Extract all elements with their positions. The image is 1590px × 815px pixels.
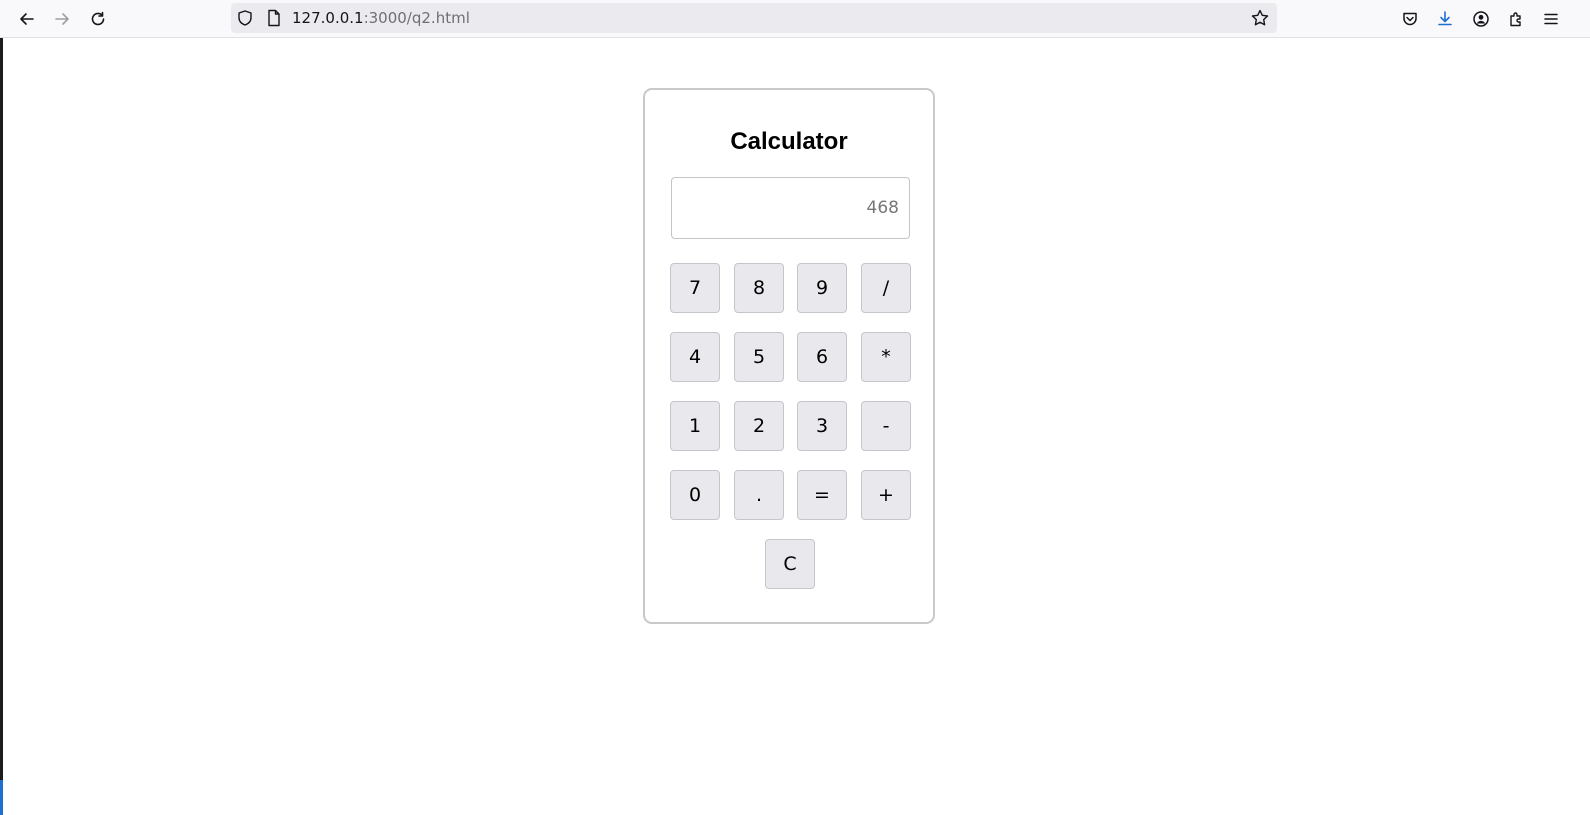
key-clear[interactable]: C (765, 539, 815, 589)
page-title: Calculator (730, 128, 848, 155)
url-path: :3000/q2.html (363, 9, 470, 27)
key-1[interactable]: 1 (670, 401, 720, 451)
account-icon[interactable] (1467, 5, 1495, 33)
menu-icon[interactable] (1537, 5, 1565, 33)
key-7[interactable]: 7 (670, 263, 720, 313)
key-9[interactable]: 9 (797, 263, 847, 313)
calculator-display[interactable]: 468 (671, 177, 910, 239)
pocket-icon[interactable] (1396, 5, 1424, 33)
downloads-icon[interactable] (1431, 5, 1459, 33)
taskbar-edge (0, 780, 3, 815)
key-2[interactable]: 2 (734, 401, 784, 451)
key-decimal[interactable]: . (734, 470, 784, 520)
key-equals[interactable]: = (797, 470, 847, 520)
url-host: 127.0.0.1 (292, 9, 364, 27)
browser-toolbar: 127.0.0.1:3000/q2.html (0, 0, 1590, 38)
page-icon (268, 9, 280, 27)
key-subtract[interactable]: - (861, 401, 911, 451)
key-3[interactable]: 3 (797, 401, 847, 451)
key-multiply[interactable]: * (861, 332, 911, 382)
key-0[interactable]: 0 (670, 470, 720, 520)
reload-icon[interactable] (84, 5, 112, 33)
key-5[interactable]: 5 (734, 332, 784, 382)
window-edge (0, 38, 3, 815)
url-text[interactable]: 127.0.0.1:3000/q2.html (292, 9, 470, 27)
key-6[interactable]: 6 (797, 332, 847, 382)
forward-icon[interactable] (48, 5, 76, 33)
bookmark-star-icon[interactable] (1250, 8, 1270, 28)
key-8[interactable]: 8 (734, 263, 784, 313)
key-4[interactable]: 4 (670, 332, 720, 382)
key-add[interactable]: + (861, 470, 911, 520)
key-divide[interactable]: / (861, 263, 911, 313)
shield-icon[interactable] (236, 9, 254, 27)
extensions-icon[interactable] (1502, 5, 1530, 33)
calculator-card: Calculator 468 7 8 9 / 4 5 6 * 1 2 3 - 0… (643, 88, 935, 624)
back-icon[interactable] (13, 5, 41, 33)
